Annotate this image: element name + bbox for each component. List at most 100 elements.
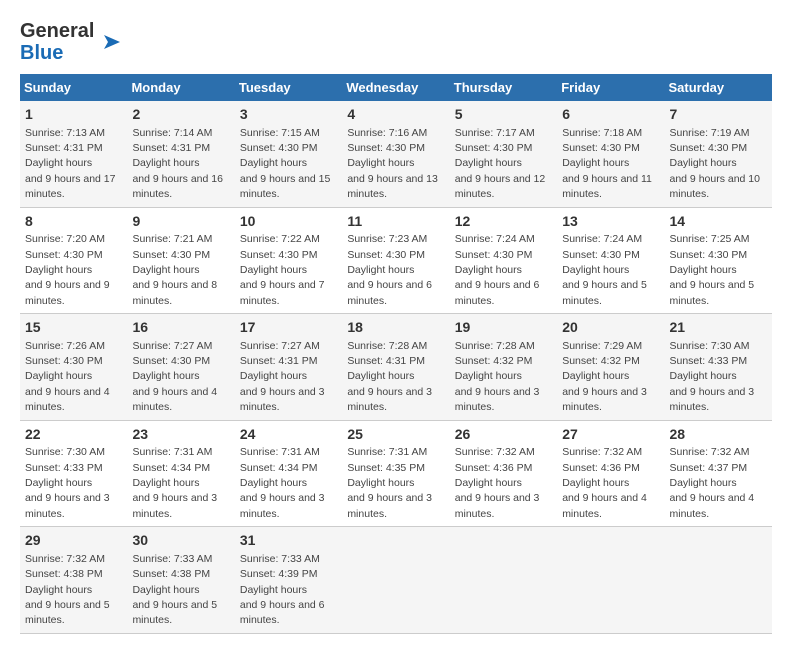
calendar-table: SundayMondayTuesdayWednesdayThursdayFrid…: [20, 74, 772, 634]
day-number: 12: [455, 212, 552, 232]
day-info: Sunrise: 7:33 AMSunset: 4:38 PMDaylight …: [132, 553, 217, 627]
day-cell-27: 27 Sunrise: 7:32 AMSunset: 4:36 PMDaylig…: [557, 420, 664, 527]
day-cell-empty: [342, 527, 449, 634]
day-info: Sunrise: 7:14 AMSunset: 4:31 PMDaylight …: [132, 127, 223, 201]
column-header-sunday: Sunday: [20, 74, 127, 101]
day-number: 18: [347, 318, 444, 338]
day-number: 8: [25, 212, 122, 232]
day-number: 11: [347, 212, 444, 232]
week-row-4: 22 Sunrise: 7:30 AMSunset: 4:33 PMDaylig…: [20, 420, 772, 527]
day-cell-29: 29 Sunrise: 7:32 AMSunset: 4:38 PMDaylig…: [20, 527, 127, 634]
day-number: 9: [132, 212, 229, 232]
day-cell-23: 23 Sunrise: 7:31 AMSunset: 4:34 PMDaylig…: [127, 420, 234, 527]
day-info: Sunrise: 7:22 AMSunset: 4:30 PMDaylight …: [240, 233, 325, 307]
day-number: 22: [25, 425, 122, 445]
day-info: Sunrise: 7:31 AMSunset: 4:34 PMDaylight …: [132, 446, 217, 520]
day-info: Sunrise: 7:32 AMSunset: 4:36 PMDaylight …: [455, 446, 540, 520]
column-header-thursday: Thursday: [450, 74, 557, 101]
column-header-wednesday: Wednesday: [342, 74, 449, 101]
day-info: Sunrise: 7:31 AMSunset: 4:35 PMDaylight …: [347, 446, 432, 520]
logo-arrow-icon: [100, 31, 122, 53]
week-row-3: 15 Sunrise: 7:26 AMSunset: 4:30 PMDaylig…: [20, 314, 772, 421]
day-info: Sunrise: 7:16 AMSunset: 4:30 PMDaylight …: [347, 127, 438, 201]
day-number: 17: [240, 318, 337, 338]
day-info: Sunrise: 7:28 AMSunset: 4:31 PMDaylight …: [347, 340, 432, 414]
day-info: Sunrise: 7:17 AMSunset: 4:30 PMDaylight …: [455, 127, 546, 201]
day-info: Sunrise: 7:31 AMSunset: 4:34 PMDaylight …: [240, 446, 325, 520]
day-number: 15: [25, 318, 122, 338]
day-cell-26: 26 Sunrise: 7:32 AMSunset: 4:36 PMDaylig…: [450, 420, 557, 527]
day-number: 2: [132, 105, 229, 125]
day-cell-15: 15 Sunrise: 7:26 AMSunset: 4:30 PMDaylig…: [20, 314, 127, 421]
day-cell-6: 6 Sunrise: 7:18 AMSunset: 4:30 PMDayligh…: [557, 101, 664, 207]
day-info: Sunrise: 7:33 AMSunset: 4:39 PMDaylight …: [240, 553, 325, 627]
day-info: Sunrise: 7:21 AMSunset: 4:30 PMDaylight …: [132, 233, 217, 307]
day-cell-17: 17 Sunrise: 7:27 AMSunset: 4:31 PMDaylig…: [235, 314, 342, 421]
day-info: Sunrise: 7:24 AMSunset: 4:30 PMDaylight …: [562, 233, 647, 307]
day-number: 7: [670, 105, 768, 125]
day-number: 20: [562, 318, 659, 338]
day-info: Sunrise: 7:30 AMSunset: 4:33 PMDaylight …: [25, 446, 110, 520]
logo-general-text: General: [20, 20, 94, 42]
day-cell-30: 30 Sunrise: 7:33 AMSunset: 4:38 PMDaylig…: [127, 527, 234, 634]
day-info: Sunrise: 7:32 AMSunset: 4:36 PMDaylight …: [562, 446, 647, 520]
day-number: 1: [25, 105, 122, 125]
day-cell-25: 25 Sunrise: 7:31 AMSunset: 4:35 PMDaylig…: [342, 420, 449, 527]
day-number: 27: [562, 425, 659, 445]
day-cell-3: 3 Sunrise: 7:15 AMSunset: 4:30 PMDayligh…: [235, 101, 342, 207]
day-info: Sunrise: 7:32 AMSunset: 4:37 PMDaylight …: [670, 446, 755, 520]
column-header-tuesday: Tuesday: [235, 74, 342, 101]
day-cell-18: 18 Sunrise: 7:28 AMSunset: 4:31 PMDaylig…: [342, 314, 449, 421]
day-cell-31: 31 Sunrise: 7:33 AMSunset: 4:39 PMDaylig…: [235, 527, 342, 634]
day-number: 6: [562, 105, 659, 125]
day-cell-20: 20 Sunrise: 7:29 AMSunset: 4:32 PMDaylig…: [557, 314, 664, 421]
day-number: 5: [455, 105, 552, 125]
day-number: 28: [670, 425, 768, 445]
day-info: Sunrise: 7:32 AMSunset: 4:38 PMDaylight …: [25, 553, 110, 627]
day-info: Sunrise: 7:24 AMSunset: 4:30 PMDaylight …: [455, 233, 540, 307]
day-cell-11: 11 Sunrise: 7:23 AMSunset: 4:30 PMDaylig…: [342, 207, 449, 314]
header-row: SundayMondayTuesdayWednesdayThursdayFrid…: [20, 74, 772, 101]
day-number: 30: [132, 531, 229, 551]
day-number: 29: [25, 531, 122, 551]
day-info: Sunrise: 7:23 AMSunset: 4:30 PMDaylight …: [347, 233, 432, 307]
day-cell-empty: [665, 527, 773, 634]
day-info: Sunrise: 7:15 AMSunset: 4:30 PMDaylight …: [240, 127, 331, 201]
day-info: Sunrise: 7:27 AMSunset: 4:31 PMDaylight …: [240, 340, 325, 414]
column-header-friday: Friday: [557, 74, 664, 101]
day-number: 16: [132, 318, 229, 338]
day-number: 4: [347, 105, 444, 125]
day-info: Sunrise: 7:13 AMSunset: 4:31 PMDaylight …: [25, 127, 116, 201]
day-cell-9: 9 Sunrise: 7:21 AMSunset: 4:30 PMDayligh…: [127, 207, 234, 314]
day-info: Sunrise: 7:25 AMSunset: 4:30 PMDaylight …: [670, 233, 755, 307]
week-row-2: 8 Sunrise: 7:20 AMSunset: 4:30 PMDayligh…: [20, 207, 772, 314]
day-cell-empty: [557, 527, 664, 634]
day-cell-4: 4 Sunrise: 7:16 AMSunset: 4:30 PMDayligh…: [342, 101, 449, 207]
day-cell-16: 16 Sunrise: 7:27 AMSunset: 4:30 PMDaylig…: [127, 314, 234, 421]
day-number: 24: [240, 425, 337, 445]
day-number: 31: [240, 531, 337, 551]
day-info: Sunrise: 7:26 AMSunset: 4:30 PMDaylight …: [25, 340, 110, 414]
day-info: Sunrise: 7:19 AMSunset: 4:30 PMDaylight …: [670, 127, 761, 201]
column-header-monday: Monday: [127, 74, 234, 101]
day-cell-10: 10 Sunrise: 7:22 AMSunset: 4:30 PMDaylig…: [235, 207, 342, 314]
day-info: Sunrise: 7:29 AMSunset: 4:32 PMDaylight …: [562, 340, 647, 414]
day-cell-19: 19 Sunrise: 7:28 AMSunset: 4:32 PMDaylig…: [450, 314, 557, 421]
day-cell-21: 21 Sunrise: 7:30 AMSunset: 4:33 PMDaylig…: [665, 314, 773, 421]
day-cell-13: 13 Sunrise: 7:24 AMSunset: 4:30 PMDaylig…: [557, 207, 664, 314]
week-row-1: 1 Sunrise: 7:13 AMSunset: 4:31 PMDayligh…: [20, 101, 772, 207]
week-row-5: 29 Sunrise: 7:32 AMSunset: 4:38 PMDaylig…: [20, 527, 772, 634]
day-cell-12: 12 Sunrise: 7:24 AMSunset: 4:30 PMDaylig…: [450, 207, 557, 314]
column-header-saturday: Saturday: [665, 74, 773, 101]
day-cell-2: 2 Sunrise: 7:14 AMSunset: 4:31 PMDayligh…: [127, 101, 234, 207]
day-number: 10: [240, 212, 337, 232]
day-info: Sunrise: 7:18 AMSunset: 4:30 PMDaylight …: [562, 127, 652, 201]
day-cell-1: 1 Sunrise: 7:13 AMSunset: 4:31 PMDayligh…: [20, 101, 127, 207]
day-cell-22: 22 Sunrise: 7:30 AMSunset: 4:33 PMDaylig…: [20, 420, 127, 527]
page-header: General Blue General Blue: [20, 20, 772, 64]
day-cell-14: 14 Sunrise: 7:25 AMSunset: 4:30 PMDaylig…: [665, 207, 773, 314]
day-cell-28: 28 Sunrise: 7:32 AMSunset: 4:37 PMDaylig…: [665, 420, 773, 527]
day-number: 3: [240, 105, 337, 125]
day-number: 25: [347, 425, 444, 445]
day-cell-8: 8 Sunrise: 7:20 AMSunset: 4:30 PMDayligh…: [20, 207, 127, 314]
